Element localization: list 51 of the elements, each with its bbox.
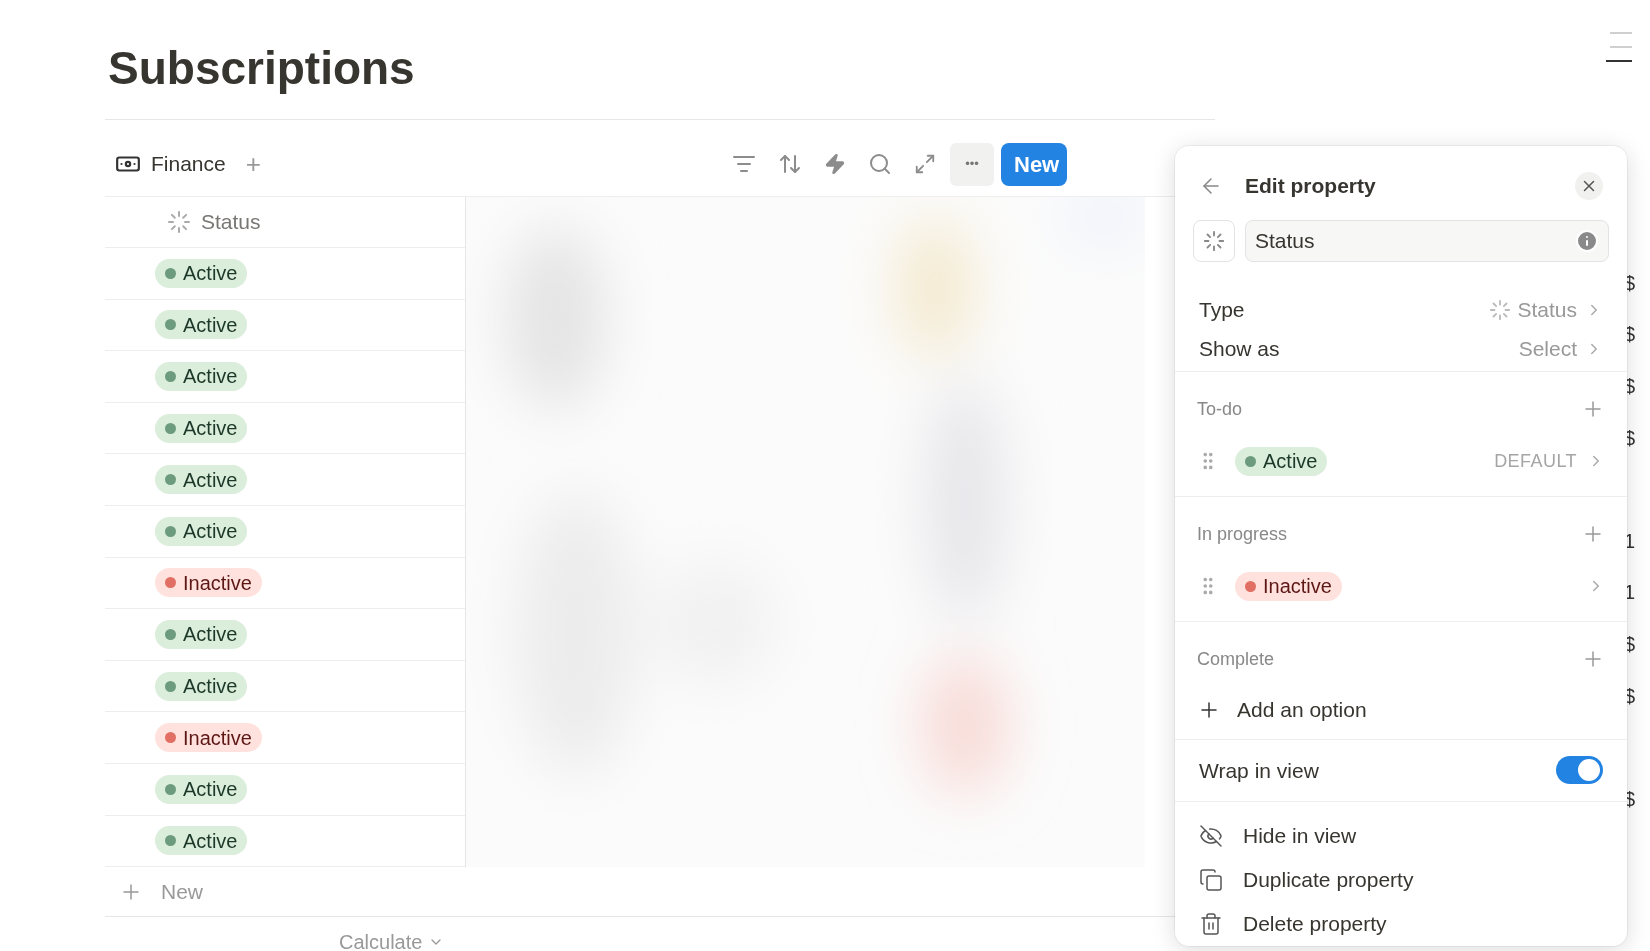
info-icon[interactable] [1575,229,1599,254]
icon-picker-button[interactable] [1193,220,1235,263]
calculate-button[interactable]: Calculate [339,927,423,951]
group-label: Complete [1197,648,1275,671]
default-label: DEFAULT [1494,450,1577,473]
status-tag: Active [155,413,248,443]
add-option-button[interactable]: Add an option [1237,693,1367,726]
eye-off-icon [1199,824,1223,848]
lightning-icon[interactable] [824,153,846,175]
wrap-toggle[interactable] [1556,756,1603,785]
panel-title: Edit property [1245,173,1376,200]
status-tag: Active [155,619,248,649]
more-button[interactable]: ••• [950,142,994,186]
new-button[interactable]: New [1001,142,1067,186]
status-tag: Active [155,310,248,340]
type-label: Type [1199,297,1245,324]
view-tab[interactable]: Finance [151,148,226,180]
search-icon[interactable] [868,152,892,176]
status-tag: Active [155,516,248,546]
show-as-label: Show as [1199,336,1280,363]
copy-icon [1199,868,1223,892]
status-tag: Active [155,826,248,856]
status-tag: Active [1235,447,1328,476]
status-tag: Active [155,362,248,391]
close-button[interactable] [1575,172,1603,200]
expand-icon[interactable] [914,153,936,175]
wrap-label: Wrap in view [1199,757,1319,784]
status-icon [1489,298,1512,321]
column-header[interactable]: Status [201,206,261,238]
menu-item[interactable]: Duplicate property [1243,864,1414,896]
status-tag: Active [155,258,248,288]
group-label: In progress [1197,523,1288,546]
status-tag: Inactive [1235,572,1342,601]
menu-item[interactable]: Hide in view [1243,820,1357,852]
status-tag: Inactive [155,723,262,753]
menu-item[interactable]: Delete property [1243,908,1387,940]
show-as-value[interactable]: Select [1518,333,1577,365]
status-tag: Active [155,671,248,701]
page-title: Subscriptions [105,40,1215,120]
status-tag: Active [155,774,248,804]
group-label: To-do [1197,398,1243,421]
type-value[interactable]: Status [1517,294,1577,326]
add-view-button[interactable]: + [245,144,261,184]
sort-icon[interactable] [778,152,802,176]
trash-icon [1199,912,1223,936]
new-row-button[interactable]: New [161,875,203,908]
status-icon [167,210,191,234]
status-tag: Inactive [155,568,262,598]
status-icon [1203,230,1225,253]
property-name-field[interactable]: Status [1245,220,1609,263]
status-tag: Active [155,465,248,495]
